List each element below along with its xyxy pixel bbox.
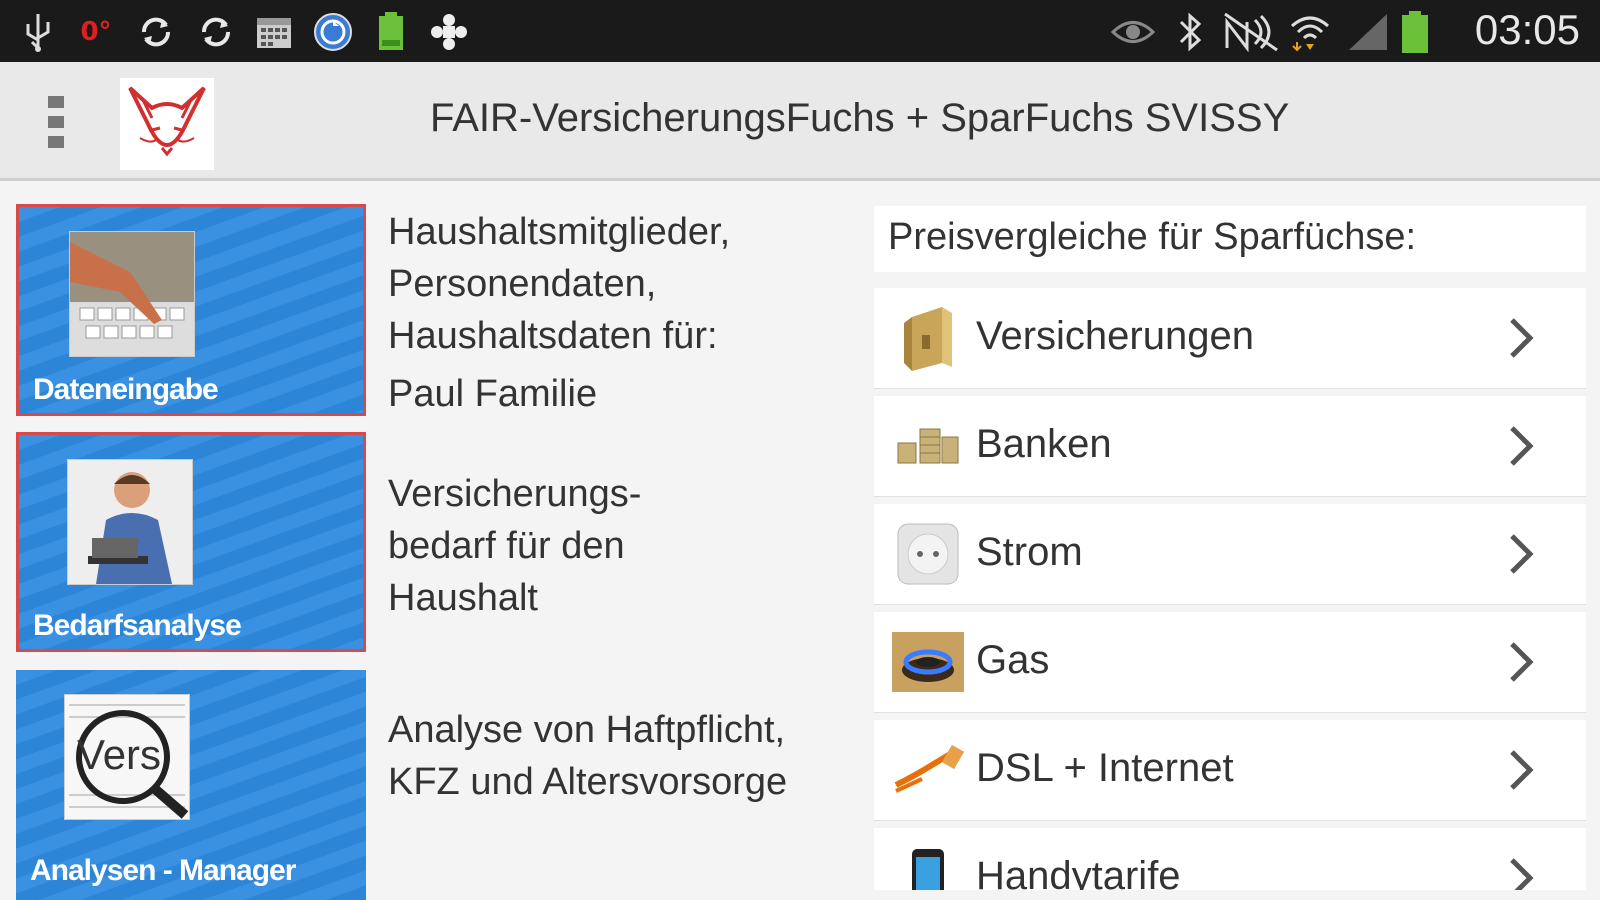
chevron-right-icon <box>1506 424 1536 468</box>
folder-icon <box>892 302 964 374</box>
cable-icon <box>892 734 964 806</box>
battery-notification-icon <box>374 12 408 52</box>
list-item-strom[interactable]: Strom <box>874 504 1586 605</box>
calendar-icon <box>254 12 294 52</box>
notification-icon: 0° <box>80 17 112 47</box>
gamepad-icon <box>428 12 470 52</box>
app-title: FAIR-VersicherungsFuchs + SparFuchs SVIS… <box>430 96 1290 140</box>
tile-description: Analyse von Haftpflicht, KFZ und Altersv… <box>388 709 788 803</box>
chevron-right-icon <box>1506 856 1536 890</box>
price-compare-title: Preisvergleiche für Sparfüchse: <box>888 216 1417 258</box>
sync-icon <box>136 12 176 52</box>
list-item-label: Strom <box>976 530 1083 574</box>
price-compare-panel: Preisvergleiche für Sparfüchse: Versiche… <box>874 206 1586 890</box>
eye-icon <box>1110 12 1156 52</box>
fox-logo-icon[interactable] <box>120 78 214 170</box>
list-item-label: Handytarife <box>976 854 1181 890</box>
status-bar: 0° 03:05 <box>0 0 1600 62</box>
sync-icon <box>196 12 236 52</box>
price-compare-header: Preisvergleiche für Sparfüchse: <box>874 206 1586 272</box>
list-item-label: Banken <box>976 422 1112 466</box>
gas-flame-icon <box>892 626 964 698</box>
man-at-laptop-icon <box>67 459 193 585</box>
chevron-right-icon <box>1506 532 1536 576</box>
app-icon <box>312 12 354 52</box>
list-item-label: DSL + Internet <box>976 746 1234 790</box>
tile-dateneingabe[interactable]: Dateneingabe <box>16 204 366 416</box>
battery-icon <box>1398 11 1432 53</box>
bluetooth-icon <box>1172 12 1208 52</box>
power-socket-icon <box>892 518 964 590</box>
tile-description: Haushaltsmitglieder, Personendaten, Haus… <box>388 206 828 420</box>
list-item-gas[interactable]: Gas <box>874 612 1586 713</box>
chevron-right-icon <box>1506 316 1536 360</box>
chevron-right-icon <box>1506 748 1536 792</box>
list-item-label: Versicherungen <box>976 314 1254 358</box>
household-name: Paul Familie <box>388 373 598 415</box>
tile-analysen-manager[interactable]: Vers Analysen - Manager <box>16 670 366 900</box>
action-bar: FAIR-VersicherungsFuchs + SparFuchs SVIS… <box>0 62 1600 181</box>
list-item-handytarife[interactable]: Handytarife <box>874 828 1586 890</box>
list-item-banken[interactable]: Banken <box>874 396 1586 497</box>
list-item-dsl-internet[interactable]: DSL + Internet <box>874 720 1586 821</box>
usb-icon <box>22 12 54 52</box>
status-time: 03:05 <box>1474 6 1580 53</box>
tile-label: Analysen - Manager <box>30 854 296 887</box>
tile-description: Versicherungs-bedarf für den Haushalt <box>388 473 642 619</box>
tile-bedarfsanalyse[interactable]: Bedarfsanalyse <box>16 432 366 652</box>
overflow-menu-icon[interactable] <box>48 96 68 150</box>
list-item-versicherungen[interactable]: Versicherungen <box>874 288 1586 389</box>
nfc-icon <box>1222 12 1282 52</box>
list-item-label: Gas <box>976 638 1050 682</box>
tile-label: Dateneingabe <box>33 373 219 406</box>
thumb-text: Vers <box>77 731 162 778</box>
description-text: Haushaltsmitglieder, Personendaten, Haus… <box>388 211 731 357</box>
chevron-right-icon <box>1506 640 1536 684</box>
signal-icon <box>1346 12 1390 52</box>
magnifier-icon: Vers <box>64 694 190 820</box>
wifi-icon <box>1288 12 1332 52</box>
phone-icon <box>892 846 964 890</box>
tile-label: Bedarfsanalyse <box>33 609 242 642</box>
typing-hand-icon <box>69 231 195 357</box>
coins-icon <box>892 410 964 482</box>
